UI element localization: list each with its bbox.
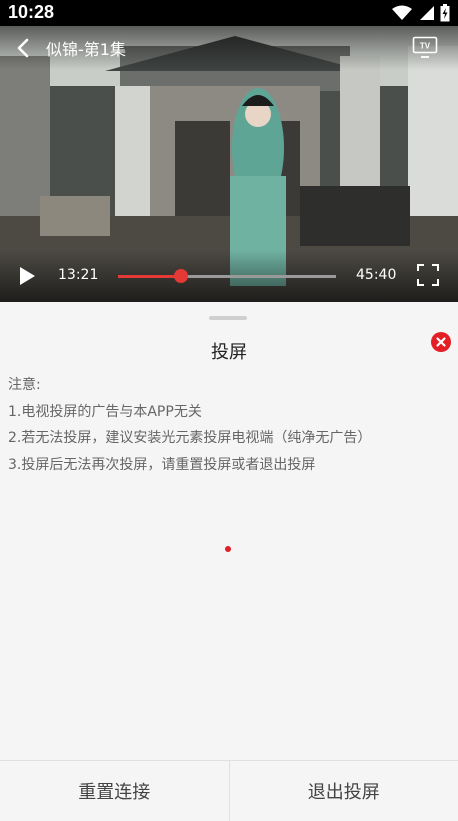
battery-icon: [440, 4, 450, 22]
status-icons: [392, 4, 450, 22]
video-player[interactable]: 似锦-第1集 TV 13:21 45:40: [0, 26, 458, 302]
loading-indicator: [225, 546, 231, 552]
close-icon: [431, 332, 451, 352]
back-icon[interactable]: [12, 36, 36, 60]
status-bar: 10:28: [0, 0, 458, 26]
fullscreen-icon[interactable]: [417, 264, 439, 286]
sheet-title: 投屏: [0, 338, 458, 364]
wifi-icon: [392, 5, 412, 21]
player-topbar: 似锦-第1集 TV: [0, 26, 458, 70]
player-controls: 13:21 45:40: [0, 250, 458, 302]
notes-line: 1.电视投屏的广告与本APP无关: [8, 399, 448, 426]
tv-cast-icon[interactable]: TV: [412, 36, 438, 58]
current-time: 13:21: [58, 267, 98, 283]
duration-time: 45:40: [356, 267, 396, 283]
notes-line: 3.投屏后无法再次投屏，请重置投屏或者退出投屏: [8, 452, 448, 479]
reset-connection-button[interactable]: 重置连接: [0, 761, 229, 821]
play-icon[interactable]: [18, 266, 36, 286]
notes-line: 注意:: [8, 372, 448, 399]
sheet-footer: 重置连接 退出投屏: [0, 760, 458, 821]
notes-block: 注意: 1.电视投屏的广告与本APP无关 2.若无法投屏，建议安装光元素投屏电视…: [8, 372, 448, 478]
progress-thumb[interactable]: [174, 269, 188, 283]
progress-fill: [118, 275, 181, 278]
signal-icon: [418, 5, 434, 21]
status-time: 10:28: [8, 2, 54, 23]
close-button[interactable]: [431, 332, 451, 352]
svg-text:TV: TV: [420, 42, 431, 51]
cast-sheet: 投屏 注意: 1.电视投屏的广告与本APP无关 2.若无法投屏，建议安装光元素投…: [0, 302, 458, 820]
drag-handle[interactable]: [209, 316, 247, 320]
video-title: 似锦-第1集: [46, 36, 126, 60]
exit-cast-button[interactable]: 退出投屏: [230, 761, 458, 821]
notes-line: 2.若无法投屏，建议安装光元素投屏电视端（纯净无广告）: [8, 425, 448, 452]
progress-bar[interactable]: [118, 275, 336, 278]
